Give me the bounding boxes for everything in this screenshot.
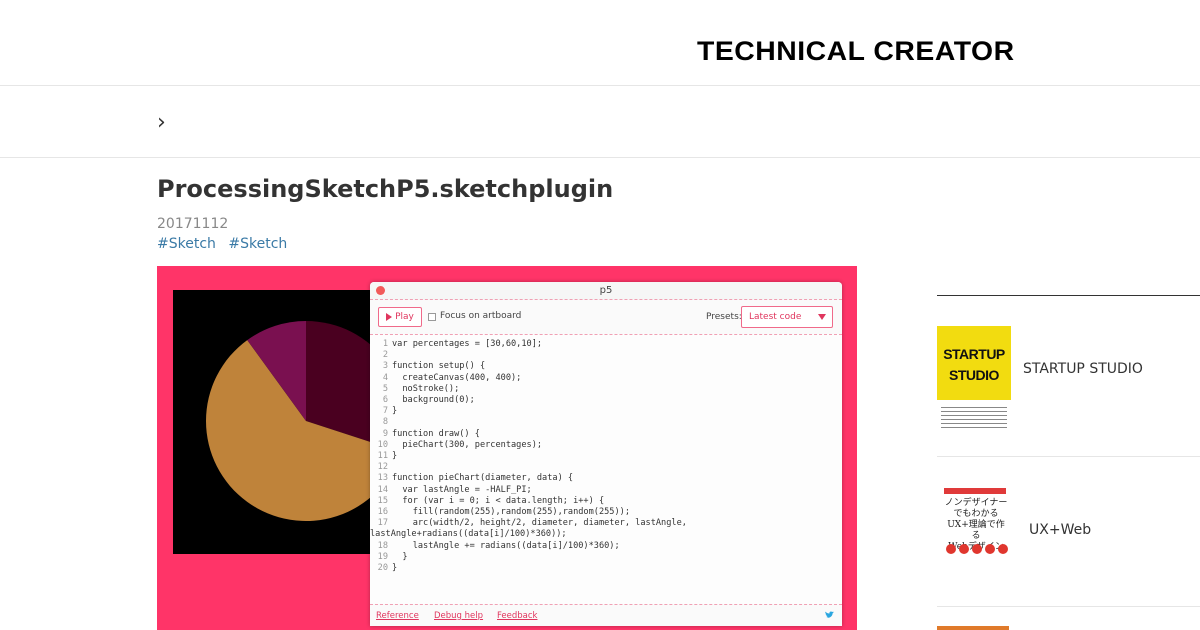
line-number: 19 [377,551,388,562]
code-text: pieChart(300, percentages); [392,439,543,450]
code-line: 14 var lastAngle = -HALF_PI; [370,485,532,495]
site-header: TECHNICAL CREATOR [0,0,1200,86]
code-text: } [392,551,408,562]
code-text: function pieChart(diameter, data) { [392,473,574,484]
sidebar-item-label[interactable]: UX+Web [1029,522,1091,538]
line-number: 10 [377,439,388,450]
code-text: } [392,451,398,461]
tag-link[interactable]: #Sketch [228,236,287,252]
code-line: 8 [370,417,392,427]
p5-plugin-window: p5 Play Focus on artboard Presets: Lates… [370,282,842,626]
post-date: 20171112 [157,216,229,232]
code-text: fill(random(255),random(255),random(255)… [392,507,630,517]
code-line: 18 lastAngle += radians((data[i]/100)*36… [370,541,620,551]
code-line: 1 var percentages = [30,60,10]; [370,339,542,349]
line-number: 6 [382,395,388,405]
code-line: 13 function pieChart(diameter, data) { [370,473,573,483]
breadcrumb [0,86,1200,158]
code-line: 11} [370,451,398,461]
line-number: 11 [377,451,388,461]
window-footer: Reference Debug help Feedback [370,604,842,626]
code-line: 4 createCanvas(400, 400); [370,372,522,383]
line-number: 14 [377,484,388,495]
code-text: function setup() { [392,361,486,372]
code-line: 3 function setup() { [370,361,485,371]
sidebar-item-label[interactable]: STARTUP STUDIO [1023,361,1143,377]
code-line: 12 [370,462,392,472]
code-text: background(0); [392,395,475,405]
code-line: 16 fill(random(255),random(255),random(2… [370,507,630,517]
line-number: 7 [382,406,388,417]
line-number: 8 [382,417,388,428]
code-text: function draw() { [392,428,480,439]
book-cover-startup-studio[interactable]: STARTUP STUDIO [937,326,1011,434]
page-title: ProcessingSketchP5.sketchplugin [157,175,614,203]
book-cover-title: STARTUP STUDIO [943,346,1005,383]
code-line: lastAngle+radians((data[i]/100)*360)); [370,529,567,539]
sidebar-divider [937,606,1200,607]
tag-link[interactable]: #Sketch [157,236,216,252]
line-number: 4 [382,372,388,383]
code-line: 20} [370,563,398,573]
line-number: 20 [377,563,388,573]
play-icon [386,313,393,321]
line-number: 17 [377,518,388,529]
book-cover[interactable] [937,626,1009,630]
presets-label: Presets: [706,312,742,322]
debug-help-link[interactable]: Debug help [434,611,483,621]
code-text: createCanvas(400, 400); [392,372,522,383]
code-line: 2 [370,350,392,360]
code-line: 19 } [370,552,408,562]
code-line: 6 background(0); [370,395,475,405]
site-logo[interactable]: TECHNICAL CREATOR [697,36,1015,67]
code-text: for (var i = 0; i < data.length; i++) { [392,495,605,506]
hero-image: p5 Play Focus on artboard Presets: Lates… [157,266,857,630]
code-line: 15 for (var i = 0; i < data.length; i++)… [370,495,605,506]
code-text: arc(width/2, height/2, diameter, diamete… [392,518,687,529]
sidebar-divider [937,295,1200,296]
sketch-canvas [173,290,383,554]
code-line: 17 arc(width/2, height/2, diameter, diam… [370,518,687,528]
window-title: p5 [599,285,613,296]
focus-artboard-checkbox[interactable] [428,313,436,321]
code-text: } [392,563,398,573]
code-text: } [392,406,398,417]
focus-artboard-label: Focus on artboard [440,311,522,321]
feedback-link[interactable]: Feedback [497,611,537,621]
twitter-icon[interactable] [825,611,834,619]
window-titlebar: p5 [370,282,842,300]
book-cover-ux-web[interactable]: ノンデザイナーでもわかる UX+理論で作る Webデザイン [940,484,1010,582]
line-number: 9 [382,428,388,439]
line-number: 18 [377,540,388,551]
line-number: 16 [377,507,388,517]
line-number: 12 [377,462,388,473]
code-line: 10 pieChart(300, percentages); [370,440,542,450]
code-text: noStroke(); [392,383,460,394]
presets-select-value: Latest code [749,312,802,322]
line-number: 13 [377,473,388,484]
chevron-right-icon[interactable]: › [157,110,166,135]
code-text: var percentages = [30,60,10]; [392,339,543,349]
chevron-down-icon [818,314,826,320]
code-text: lastAngle+radians((data[i]/100)*360)); [370,529,567,540]
code-line: 7} [370,406,397,416]
code-text: var lastAngle = -HALF_PI; [392,484,532,495]
presets-select[interactable]: Latest code [741,306,833,328]
code-text: lastAngle += radians((data[i]/100)*360); [392,540,620,551]
line-number: 1 [382,339,388,349]
line-number: 5 [382,383,388,394]
code-editor[interactable]: 1 var percentages = [30,60,10]; 2 3 function… [370,334,842,604]
line-number: 15 [377,495,388,506]
pie-chart [206,321,383,521]
sidebar-divider [937,456,1200,457]
play-button-label: Play [395,312,414,322]
code-line: 9 function draw() { [370,429,480,439]
line-number: 2 [382,350,388,361]
line-number: 3 [382,361,388,372]
reference-link[interactable]: Reference [376,611,419,621]
tag-list: #Sketch #Sketch [157,236,295,252]
play-button[interactable]: Play [378,307,422,327]
code-line: 5 noStroke(); [370,384,459,394]
